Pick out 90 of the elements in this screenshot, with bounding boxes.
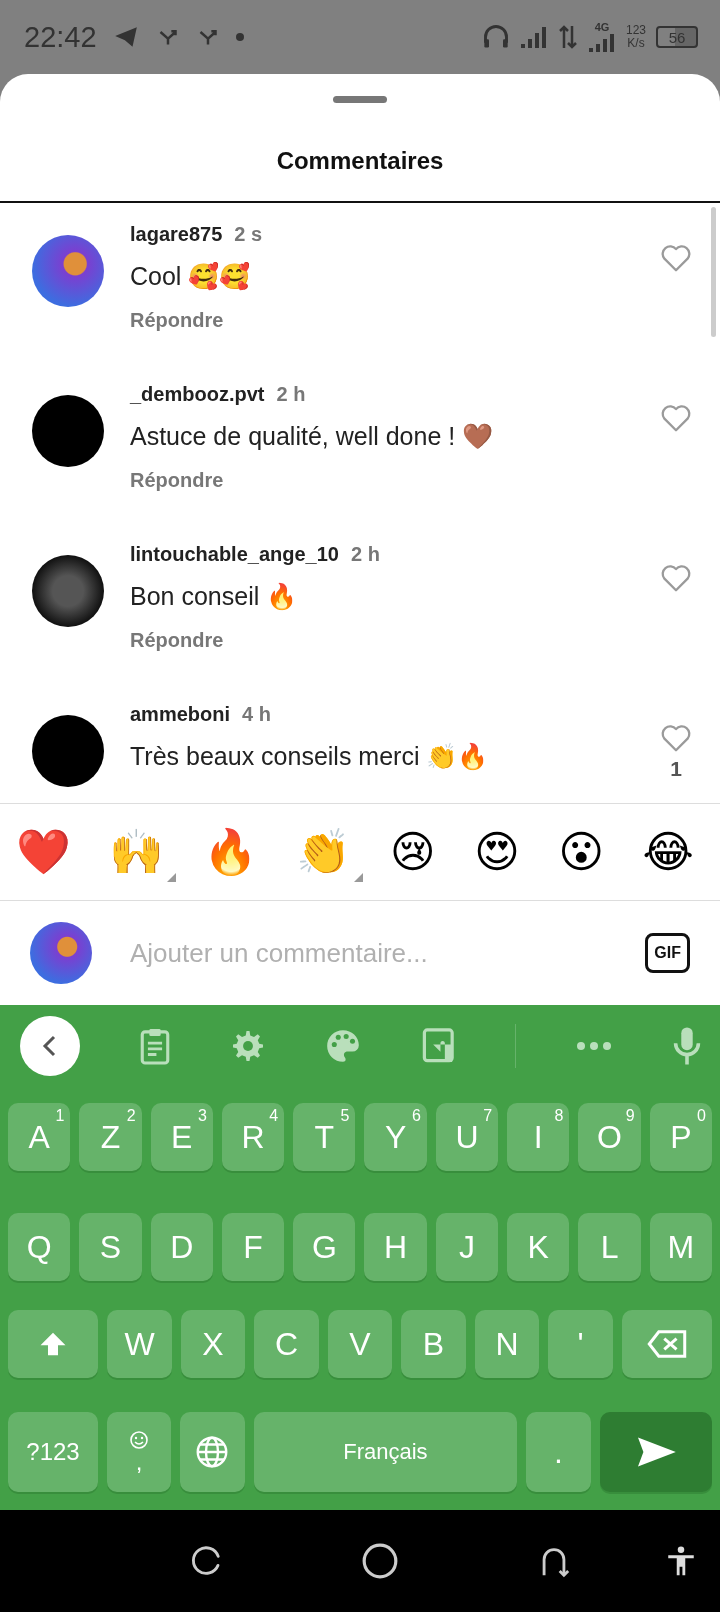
- key[interactable]: D: [150, 1213, 213, 1281]
- home-icon[interactable]: [361, 1542, 399, 1580]
- emoji-reaction[interactable]: 😮: [558, 830, 617, 882]
- shift-key[interactable]: [8, 1310, 99, 1378]
- send-key[interactable]: [599, 1412, 712, 1492]
- username[interactable]: lintouchable_ange_10: [130, 543, 339, 566]
- key[interactable]: N: [474, 1310, 540, 1378]
- key[interactable]: ': [548, 1310, 613, 1378]
- key[interactable]: L: [578, 1213, 641, 1281]
- key-hint: 8: [554, 1107, 564, 1125]
- recent-apps-icon[interactable]: [189, 1544, 223, 1578]
- key[interactable]: B: [401, 1310, 466, 1378]
- emoji-reaction[interactable]: 😢: [389, 830, 448, 882]
- comment-text: Astuce de qualité, well done ! 🤎: [130, 422, 494, 451]
- corner-triangle-icon: [167, 873, 177, 882]
- comment-time: 2 h: [350, 543, 380, 566]
- emoji-reaction[interactable]: 😂: [642, 830, 706, 882]
- key[interactable]: C: [254, 1310, 319, 1378]
- key[interactable]: W: [107, 1310, 172, 1378]
- key-hint: 9: [625, 1107, 635, 1125]
- battery-indicator: 56: [656, 26, 698, 48]
- key-hint: 5: [340, 1107, 350, 1125]
- key[interactable]: S: [79, 1213, 142, 1281]
- emoji-reaction[interactable]: 🔥: [202, 830, 270, 882]
- comment-text: Très beaux conseils merci 👏🔥: [130, 742, 489, 771]
- emoji-reaction[interactable]: 🙌: [109, 830, 177, 882]
- key[interactable]: M: [649, 1213, 712, 1281]
- network-type: 4G: [594, 21, 610, 33]
- signal-icon: [587, 32, 616, 53]
- key[interactable]: .: [526, 1412, 591, 1492]
- collapse-button[interactable]: [20, 1016, 80, 1076]
- reply-link[interactable]: Répondre: [130, 629, 224, 652]
- data-arrows-icon: [557, 24, 578, 50]
- hand-on-screen-icon[interactable]: [420, 1027, 457, 1065]
- microphone-icon[interactable]: [672, 1026, 702, 1066]
- sheet-title: Commentaires: [0, 103, 720, 203]
- symbols-key[interactable]: ?123: [8, 1412, 98, 1492]
- clock-time: 22:42: [24, 20, 97, 54]
- heart-icon[interactable]: [659, 403, 693, 433]
- space-key[interactable]: Français: [253, 1412, 518, 1492]
- username[interactable]: lagare875: [130, 223, 223, 246]
- key[interactable]: T 5: [293, 1103, 356, 1171]
- speed-unit: K/s: [627, 37, 645, 51]
- key[interactable]: X: [180, 1310, 246, 1378]
- smiley-icon: [129, 1430, 150, 1450]
- emoji-reaction[interactable]: 👏: [296, 830, 364, 882]
- comma-label: ,: [135, 1450, 143, 1474]
- backspace-icon: [645, 1329, 688, 1359]
- headphones-icon: [481, 23, 510, 51]
- comment-text: Cool 🥰🥰: [130, 262, 251, 291]
- comment-text: Bon conseil 🔥: [130, 582, 298, 611]
- language-key[interactable]: [180, 1412, 245, 1492]
- key-hint: 1: [55, 1107, 65, 1125]
- heart-icon[interactable]: [659, 723, 693, 753]
- comment-time: 2 h: [276, 383, 306, 406]
- key[interactable]: V: [327, 1310, 393, 1378]
- key-hint: 2: [126, 1107, 136, 1125]
- key[interactable]: K: [507, 1213, 570, 1281]
- corner-triangle-icon: [354, 873, 364, 882]
- username[interactable]: _dembooz.pvt: [130, 383, 265, 406]
- key-hint: 0: [697, 1107, 706, 1125]
- key[interactable]: F: [221, 1213, 285, 1281]
- network-speed: 123: [625, 23, 646, 37]
- username[interactable]: ammeboni: [130, 703, 231, 726]
- reply-link[interactable]: Répondre: [130, 469, 224, 492]
- scrollbar[interactable]: [711, 207, 716, 337]
- key-hint: 3: [198, 1107, 207, 1125]
- reply-link[interactable]: Répondre: [130, 309, 224, 332]
- key[interactable]: I 8: [507, 1103, 570, 1171]
- drag-handle[interactable]: [333, 96, 387, 103]
- emoji-reaction[interactable]: 😍: [474, 830, 532, 882]
- gif-button[interactable]: GIF: [645, 933, 690, 973]
- key[interactable]: G: [293, 1213, 356, 1281]
- heart-icon[interactable]: [659, 243, 693, 273]
- heart-icon[interactable]: [659, 563, 693, 593]
- key[interactable]: Z 2: [79, 1103, 142, 1171]
- key-hint: 6: [411, 1107, 421, 1125]
- comment-time: 2 s: [234, 223, 263, 246]
- comment-time: 4 h: [242, 703, 271, 726]
- dot-icon: [234, 32, 245, 42]
- signal-icon: [519, 24, 548, 50]
- emoji-comma-key[interactable]: ,: [107, 1412, 172, 1492]
- key[interactable]: H: [364, 1213, 427, 1281]
- like-count: 1: [670, 757, 682, 781]
- backspace-key[interactable]: [621, 1310, 712, 1378]
- key-hint: 4: [269, 1107, 279, 1125]
- key[interactable]: J: [435, 1213, 499, 1281]
- key[interactable]: Q: [8, 1213, 71, 1281]
- key-hint: 7: [483, 1107, 493, 1125]
- emoji-reaction[interactable]: ❤: [16, 830, 83, 882]
